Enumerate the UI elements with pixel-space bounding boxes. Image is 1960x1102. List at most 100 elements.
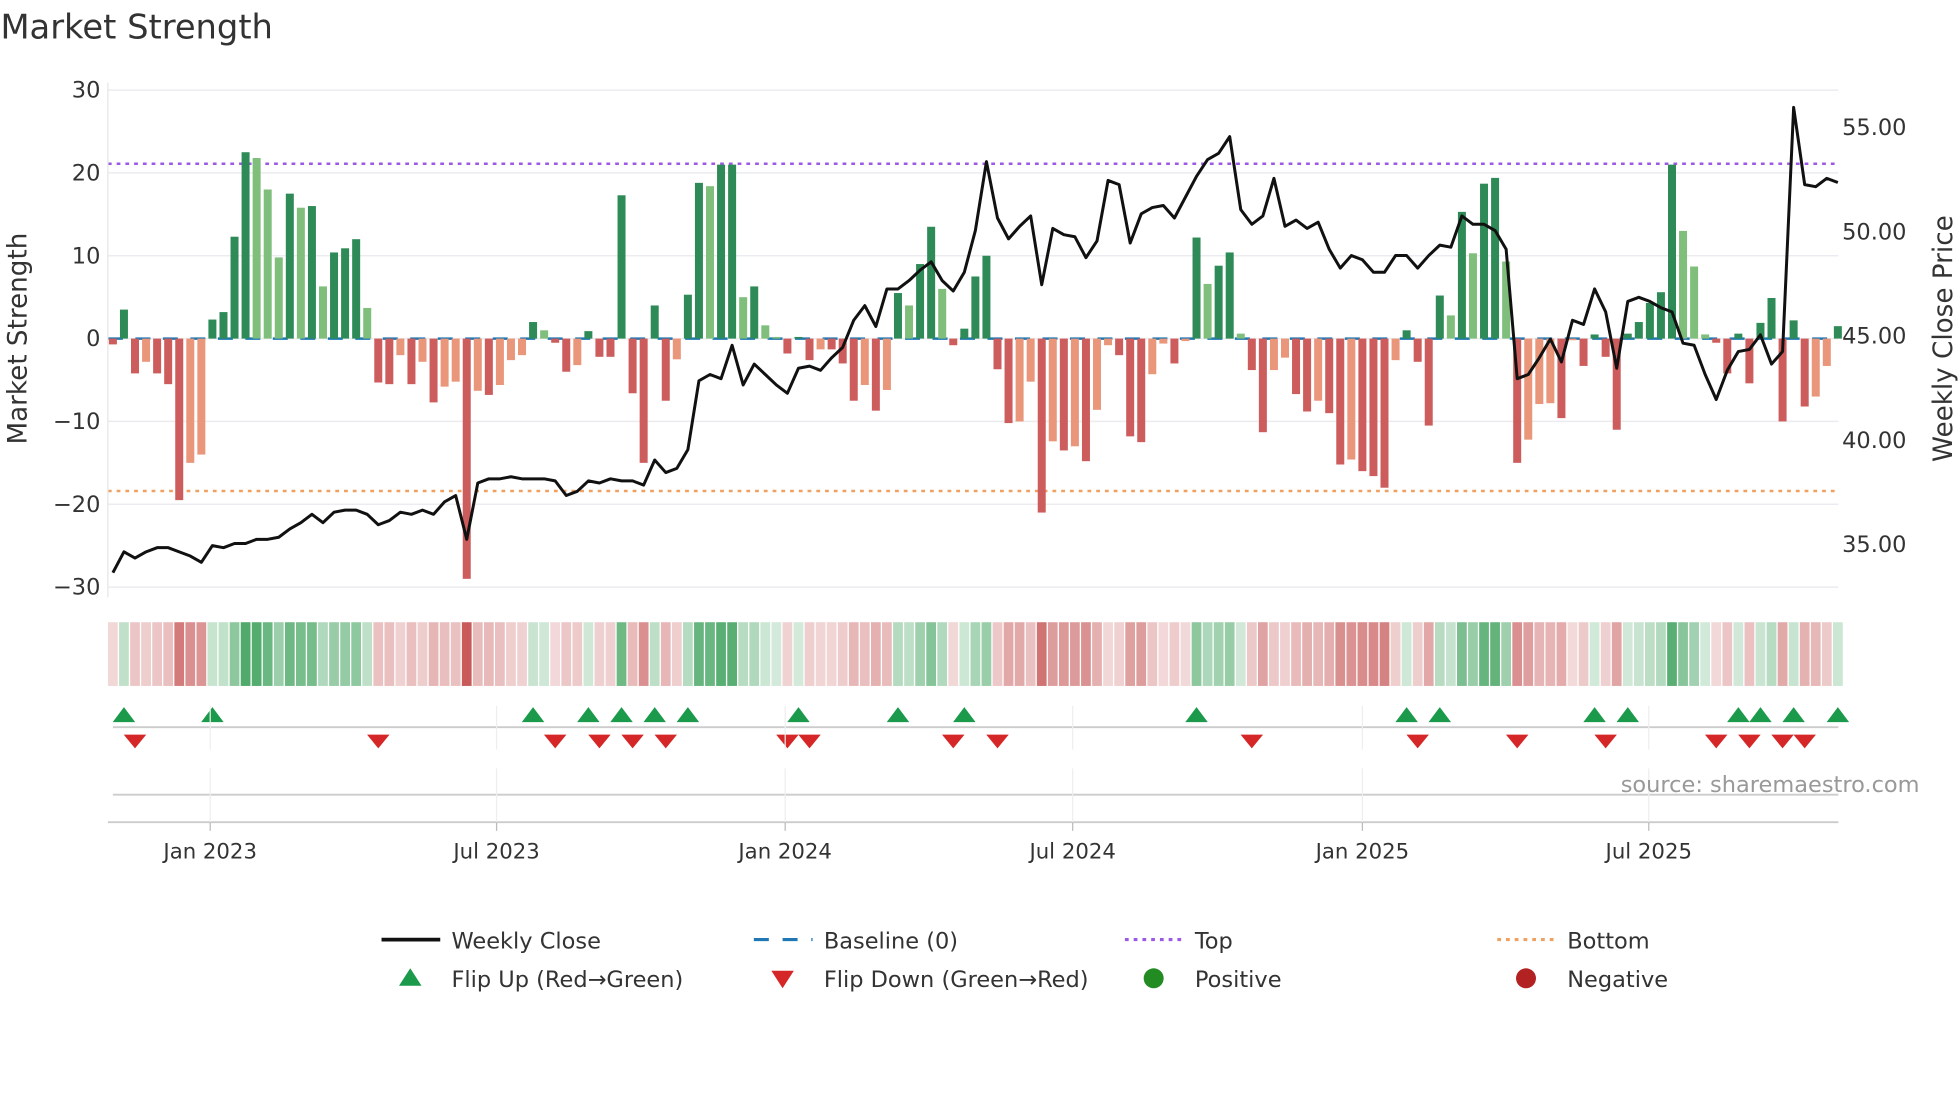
strength-bar — [285, 193, 294, 339]
strength-bar — [363, 307, 372, 339]
heatmap-cell — [1114, 622, 1124, 686]
strength-bar — [1104, 338, 1113, 346]
flip-down-marker — [588, 734, 611, 749]
flip-up-marker — [676, 707, 700, 723]
strength-bar — [153, 338, 162, 374]
heatmap-cell — [439, 622, 450, 686]
strength-bar — [108, 338, 117, 345]
strength-bar — [473, 338, 482, 391]
strength-bar — [1214, 265, 1223, 339]
strength-bar — [330, 252, 339, 339]
flip-down-marker — [1793, 734, 1816, 749]
heatmap-cell — [1821, 622, 1832, 686]
heatmap-cell — [174, 622, 185, 686]
x-tick-label: Jan 2025 — [1314, 839, 1410, 864]
flip-up-marker — [112, 707, 136, 723]
strength-bar — [451, 338, 460, 382]
flip-up-marker — [610, 707, 633, 723]
heatmap-cell — [594, 622, 605, 686]
strength-bar — [341, 248, 350, 339]
triangle-down-icon — [771, 970, 794, 989]
heatmap-cell — [1600, 622, 1611, 686]
circle-icon — [1143, 968, 1164, 989]
heatmap-cell — [638, 622, 649, 686]
market-strength-chart: Market Strength 30 20 10 0 −10 −20 −30 55.00 50.… — [0, 8, 1959, 993]
heatmap-cell — [251, 622, 262, 686]
heatmap-cell — [273, 622, 284, 686]
strength-bar — [230, 236, 239, 339]
heatmap-cell — [937, 622, 948, 686]
strength-bar — [263, 189, 272, 339]
heatmap-cell — [1014, 622, 1025, 686]
strength-bar — [1413, 338, 1422, 362]
heatmap-cell — [1457, 622, 1467, 686]
heatmap-cell — [472, 622, 483, 686]
heatmap-cell — [1302, 622, 1312, 686]
strength-bar — [728, 164, 737, 339]
strength-bar — [418, 338, 427, 362]
legend-item: Weekly Close — [381, 928, 601, 954]
heatmap-cell — [1180, 622, 1191, 686]
heatmap-cell — [1479, 622, 1489, 686]
heatmap-cell — [1335, 622, 1346, 686]
heatmap-cell — [1490, 622, 1500, 686]
strength-bar — [938, 288, 947, 339]
strength-bar — [661, 338, 670, 401]
heatmap-cell — [528, 622, 538, 686]
heatmap-cell — [1368, 622, 1379, 686]
strength-bar — [318, 286, 327, 339]
heatmap-cell — [373, 622, 384, 686]
heatmap-cell — [1224, 622, 1235, 686]
heatmap-cell — [1280, 622, 1290, 686]
heatmap-cell — [1445, 622, 1456, 686]
strength-bar — [816, 338, 825, 350]
strength-bar — [584, 331, 593, 339]
heatmap-cell — [948, 622, 959, 686]
strength-bar — [1435, 295, 1444, 339]
heatmap-cell — [1136, 622, 1147, 686]
flip-down-marker — [1594, 734, 1617, 749]
strength-bar — [1148, 338, 1157, 375]
heatmap-cell — [1766, 622, 1777, 686]
strength-bar — [562, 338, 571, 372]
y2-axis-title: Weekly Close Price — [1929, 215, 1959, 462]
heatmap-cell — [992, 622, 1003, 686]
heatmap-cell — [119, 622, 129, 686]
heatmap-cell — [1700, 622, 1711, 686]
y2-tick-label: 35.00 — [1842, 532, 1906, 558]
flip-down-marker — [621, 734, 644, 749]
flip-down-marker — [1704, 734, 1728, 749]
heatmap-cell — [1390, 622, 1401, 686]
y-tick-label: −10 — [53, 409, 100, 435]
strength-bar — [794, 336, 803, 339]
strength-bar — [1115, 338, 1124, 356]
x-tick-label: Jul 2023 — [451, 839, 539, 864]
heatmap-cell — [351, 622, 362, 686]
heatmap-cell — [450, 622, 461, 686]
heatmap-cell — [340, 622, 350, 686]
strength-bar — [1590, 334, 1599, 339]
heatmap-cell — [561, 622, 572, 686]
heatmap-cell — [539, 622, 550, 686]
legend-label: Flip Down (Green→Red) — [824, 967, 1089, 993]
heatmap-cell — [461, 622, 472, 686]
flip-up-marker — [886, 707, 910, 723]
heatmap-cell — [1545, 622, 1556, 686]
heatmap-cell — [295, 622, 306, 686]
strength-bar — [1292, 338, 1301, 395]
flip-up-marker — [1826, 707, 1850, 723]
strength-bar — [739, 297, 748, 339]
x-tick-label: Jul 2024 — [1027, 839, 1115, 864]
strength-bar — [617, 195, 626, 339]
strength-bar — [971, 276, 980, 339]
heatmap-cell — [904, 622, 914, 686]
heatmap-cell — [395, 622, 406, 686]
heatmap-cell — [417, 622, 428, 686]
heatmap-cell — [882, 622, 892, 686]
chart-title: Market Strength — [0, 8, 272, 47]
strength-bar — [1601, 338, 1610, 357]
strength-bar — [529, 322, 538, 339]
strength-bar — [440, 338, 449, 387]
flip-up-marker — [1185, 707, 1208, 723]
strength-bar — [241, 152, 250, 339]
